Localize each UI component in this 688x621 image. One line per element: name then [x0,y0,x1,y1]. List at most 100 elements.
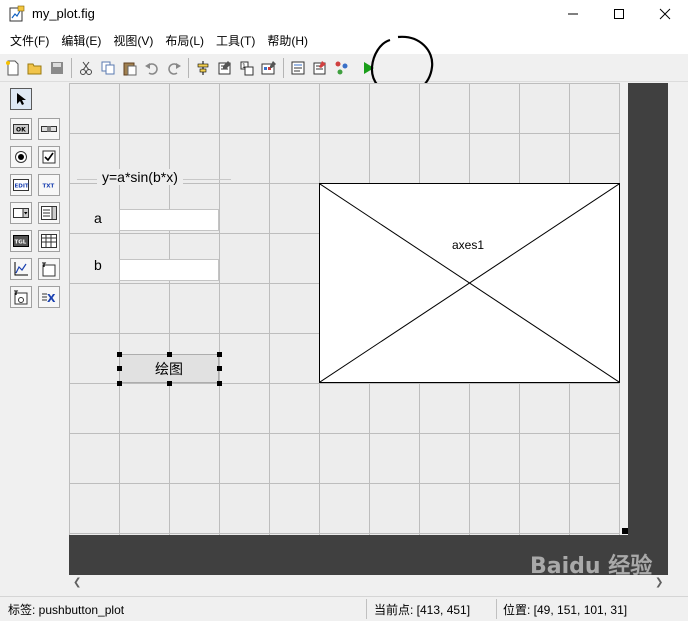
editor-icon [291,61,305,74]
axes-placeholder[interactable]: axes1 [319,183,620,383]
radiobutton-tool[interactable] [10,146,32,168]
menu-help[interactable]: 帮助(H) [261,28,314,54]
status-separator [366,599,367,619]
selection-handle[interactable] [117,366,122,371]
select-tool[interactable] [10,88,32,110]
button-group-tool[interactable]: T [10,286,32,308]
align-button[interactable] [192,57,214,79]
axes-tag-label: axes1 [452,238,485,252]
axes-tool[interactable] [10,258,32,280]
toggle-button-icon: TGL [13,235,29,247]
selection-handle[interactable] [167,352,172,357]
menu-view[interactable]: 视图(V) [107,28,159,54]
panel-icon: T [42,262,56,277]
svg-text:OK: OK [16,127,26,134]
minimize-button[interactable] [550,0,596,28]
canvas-outside-right [628,83,668,535]
open-folder-icon [27,63,42,74]
menu-edit[interactable]: 编辑(E) [55,28,107,54]
horizontal-scrollbar[interactable]: ❮ ❯ [69,575,668,592]
pushbutton-tool[interactable]: OK [10,118,32,140]
menu-editor-button[interactable] [214,57,236,79]
slider-tool[interactable] [38,118,60,140]
tab-order-button[interactable]: 1 [236,57,258,79]
status-position: 位置: [49, 151, 101, 31] [503,603,628,617]
editor-button[interactable] [287,57,309,79]
scroll-left-icon[interactable]: ❮ [73,577,81,588]
title-bar: my_plot.fig [0,0,688,28]
menu-layout[interactable]: 布局(L) [159,28,210,54]
toolbar: 1 [0,54,688,82]
open-button[interactable] [24,57,46,79]
activex-tool[interactable]: X [38,286,60,308]
layout-canvas[interactable]: y=a*sin(b*x) a b 绘图 axes1 [69,83,628,535]
save-icon [51,61,63,74]
redo-button[interactable] [163,57,185,79]
toolbar-separator [283,57,284,78]
selection-handle[interactable] [217,366,222,371]
menu-file[interactable]: 文件(F) [4,28,55,54]
table-icon [41,234,57,248]
popup-menu-tool[interactable] [10,202,32,224]
menu-bar: 文件(F) 编辑(E) 视图(V) 布局(L) 工具(T) 帮助(H) [0,28,688,54]
selection-handle[interactable] [217,381,222,386]
object-browser-icon [335,61,348,74]
svg-text:TXT: TXT [43,184,55,190]
copy-button[interactable] [97,57,119,79]
paste-button[interactable] [119,57,141,79]
minimize-icon [568,13,578,15]
edit-b[interactable] [119,259,219,281]
menu-editor-icon [218,60,231,74]
status-tag: 标签: pushbutton_plot [8,603,125,617]
panel-tool[interactable]: T [38,258,60,280]
svg-text:EDIT: EDIT [15,184,29,190]
label-a: a [94,210,102,226]
panel-title: y=a*sin(b*x) [97,169,183,185]
toolbar-editor-icon [261,60,276,74]
axes-icon [14,262,28,276]
edit-a[interactable] [119,209,219,231]
property-inspector-icon [313,60,326,74]
label-b: b [94,257,102,273]
toggle-button-tool[interactable]: TGL [10,230,32,252]
svg-text:1: 1 [242,63,246,70]
new-button[interactable] [2,57,24,79]
tab-order-icon: 1 [240,61,254,75]
align-icon [197,60,209,75]
listbox-tool[interactable] [38,202,60,224]
redo-icon [168,62,181,75]
cut-button[interactable] [75,57,97,79]
new-file-icon [6,60,19,75]
save-button[interactable] [46,57,68,79]
maximize-button[interactable] [596,0,642,28]
select-icon [17,93,26,105]
paste-icon [123,62,137,75]
run-button[interactable] [357,57,379,79]
menu-tools[interactable]: 工具(T) [210,28,261,54]
edit-text-tool[interactable]: EDIT [10,174,32,196]
property-inspector-button[interactable] [309,57,331,79]
static-text-icon: TXT [43,184,55,190]
popup-menu-icon [13,208,29,218]
equation-panel[interactable]: y=a*sin(b*x) a b [77,169,231,289]
object-browser-button[interactable] [331,57,353,79]
close-button[interactable] [642,0,688,28]
plot-button[interactable]: 绘图 [119,354,219,383]
undo-button[interactable] [141,57,163,79]
selection-handle[interactable] [217,352,222,357]
toolbar-separator [71,57,72,78]
activex-icon: X [42,292,56,304]
toolbar-editor-button[interactable] [258,57,280,79]
selection-handle[interactable] [117,381,122,386]
selection-handle[interactable] [167,381,172,386]
checkbox-tool[interactable] [38,146,60,168]
svg-text:X: X [47,292,56,304]
edit-text-icon: EDIT [13,179,29,191]
figure-resize-handle[interactable] [622,528,628,534]
scroll-right-icon[interactable]: ❯ [655,577,663,588]
cut-icon [80,61,92,75]
selection-handle[interactable] [117,352,122,357]
status-current-point: 当前点: [413, 451] [374,603,471,617]
table-tool[interactable] [38,230,60,252]
static-text-tool[interactable]: TXT [38,174,60,196]
